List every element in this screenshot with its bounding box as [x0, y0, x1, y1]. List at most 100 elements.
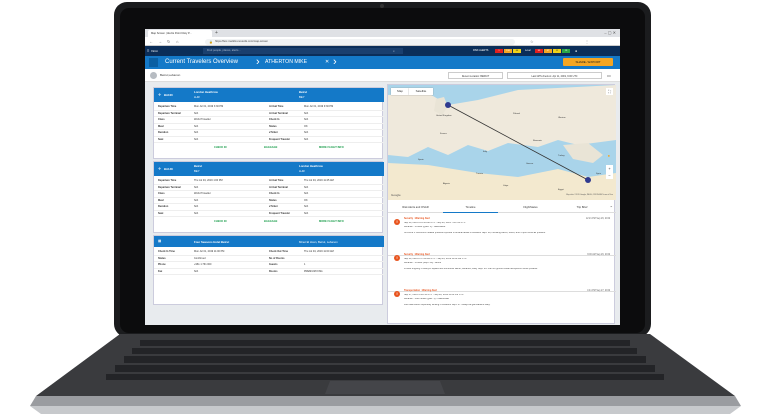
- map-panel: Map Satellite ⛶ + − ● United Kingdom Fran…: [387, 84, 616, 325]
- map-label: United Kingdom: [436, 115, 452, 117]
- map-label: Turkey: [558, 155, 565, 157]
- airplane-icon: ✈: [158, 166, 162, 171]
- alert-time: 4:41 PM Sep 27, 2019: [587, 290, 610, 292]
- detail-label: Fax: [158, 269, 163, 273]
- alert-title: Security : Warning Alert: [404, 254, 430, 256]
- risk-count-badge[interactable]: 196: [504, 49, 512, 53]
- hotel-card-header: ▦ Four Seasons Hotel Beirut Minet El Hos…: [154, 236, 384, 247]
- detail-row: Seat N/A Frequent Traveler N/A: [154, 211, 384, 217]
- alert-title: Transportation : Warning Alert: [404, 290, 438, 292]
- detail-row: Fax N/A Rooms PREMIUM KING: [154, 269, 384, 275]
- map-label: Italy: [483, 151, 488, 153]
- map-attribution: Map data ©2019 Google, INEGI, ORION-ME T…: [566, 194, 613, 196]
- detail-value: N/A: [304, 211, 309, 215]
- forward-icon[interactable]: →: [158, 39, 162, 45]
- tab-risk-alerts[interactable]: Risk Alerts and OSAR: [388, 202, 443, 213]
- home-icon[interactable]: ⌂: [176, 39, 178, 45]
- destination-city: Beirut: [299, 90, 308, 94]
- level-count-badge[interactable]: 19: [562, 49, 570, 53]
- origin-code: LHR: [194, 95, 200, 99]
- baggage-button[interactable]: BAGGAGE: [264, 144, 277, 151]
- breadcrumb-item-traveler[interactable]: ATHERTON MIKE: [265, 58, 307, 67]
- new-tab-icon[interactable]: +: [215, 29, 218, 37]
- map-label: Greece: [526, 163, 534, 165]
- tab-trip-brief[interactable]: Trip Brief: [558, 202, 606, 213]
- alert-line: Protest ongoing in Martyrs Square and su…: [404, 268, 538, 270]
- check-in-button[interactable]: CHECK IN: [214, 144, 227, 151]
- camera-icon: [380, 4, 384, 8]
- tab-flight-status[interactable]: FlightStatus: [503, 202, 558, 213]
- close-icon[interactable]: ✕: [325, 58, 329, 67]
- lock-icon: 🔒: [209, 39, 213, 44]
- grid-view-button[interactable]: [149, 58, 158, 67]
- panel-tabs: Risk Alerts and OSAR Timeline FlightStat…: [388, 202, 616, 213]
- user-icon[interactable]: ●: [575, 48, 577, 54]
- origin-city: Beirut: [194, 164, 203, 168]
- detail-label: Rooms: [269, 269, 278, 273]
- share-export-button[interactable]: SHARE / EXPORT: [563, 58, 613, 66]
- menu-icon[interactable]: ≡: [147, 48, 149, 54]
- app-header: ≡ Viron Find people, places, alerts... ⌕…: [145, 46, 620, 56]
- tab-timeline[interactable]: Timeline: [443, 202, 498, 213]
- hotel-address: Minet El Hosn, Beirut, Lebanon: [299, 240, 338, 244]
- breadcrumb: Current Travelers Overview › ATHERTON MI…: [145, 56, 620, 69]
- map-label: Algeria: [443, 183, 450, 185]
- hotel-card: ▦ Four Seasons Hotel Beirut Minet El Hos…: [153, 235, 384, 305]
- pegman-icon[interactable]: ●: [608, 153, 610, 158]
- google-logo: Google: [391, 193, 401, 197]
- risk-count-badge[interactable]: 44: [513, 49, 521, 53]
- alert-line: Lebanon - Fuel Strike (Q&A: 1) - Nationw…: [404, 298, 449, 300]
- reload-icon[interactable]: ↻: [167, 39, 170, 45]
- warning-icon: !: [394, 219, 400, 225]
- app-logo[interactable]: Viron: [151, 48, 177, 54]
- alert-line: Lebanon - Protest (Sept. 29) - Beirut: [404, 262, 442, 264]
- level-count-badge[interactable]: 47: [544, 49, 552, 53]
- map-label: Syria: [596, 173, 601, 175]
- alert-title: Security : Warning Alert: [404, 218, 430, 220]
- back-icon[interactable]: ←: [149, 39, 153, 45]
- warning-icon: !: [394, 255, 400, 261]
- search-input[interactable]: Find people, places, alerts...: [203, 47, 403, 54]
- level-label: Level: [525, 49, 531, 52]
- map-label: Spain: [418, 159, 424, 161]
- detail-row: Seat N/A Frequent Traveler N/A: [154, 137, 384, 143]
- detail-value: PREMIUM KING: [304, 269, 323, 273]
- breadcrumb-item-overview[interactable]: Current Travelers Overview: [165, 58, 238, 67]
- alert-item[interactable]: ! Security : Warning Alert 12:21 PM Sep 26…: [388, 216, 616, 256]
- level-count-badge[interactable]: 11: [553, 49, 561, 53]
- bookmark-icon[interactable]: ☆: [530, 39, 534, 45]
- destination-code: BEY: [299, 95, 305, 99]
- detail-value: N/A: [194, 269, 199, 273]
- detail-label: Seat: [158, 137, 164, 141]
- map-label: Egypt: [558, 189, 564, 191]
- alert-item[interactable]: ! Security : Warning Alert 9:00 AM Sep 26,…: [388, 252, 616, 292]
- baggage-button[interactable]: BAGGAGE: [264, 218, 277, 225]
- warning-icon: !: [394, 291, 400, 297]
- more-flight-info-link[interactable]: MORE FLIGHT INFO: [319, 218, 344, 225]
- extensions-icon[interactable]: ⋮: [585, 39, 589, 45]
- address-bar[interactable]: https://box.marklix-nexsolis.com/map-scr…: [205, 38, 515, 45]
- zoom-control[interactable]: + −: [606, 165, 613, 179]
- map[interactable]: Map Satellite ⛶ + − ● United Kingdom Fran…: [388, 85, 616, 200]
- flight-card-actions: CHECK IN BAGGAGE MORE FLIGHT INFO: [154, 144, 384, 151]
- map-label: Libya: [503, 185, 509, 187]
- browser-tab[interactable]: Map Screen | Alertis Point Disty P...: [148, 30, 212, 37]
- level-count-badge[interactable]: 93: [535, 49, 543, 53]
- message-icon[interactable]: ▭: [607, 72, 611, 79]
- alert-item[interactable]: ! Transportation : Warning Alert 4:41 PM S…: [388, 288, 616, 325]
- flight-card-actions: CHECK IN BAGGAGE MORE FLIGHT INFO: [154, 218, 384, 225]
- airplane-icon: ✈: [158, 92, 162, 97]
- search-icon[interactable]: ⌕: [393, 48, 395, 54]
- risk-count-badge[interactable]: 1: [495, 49, 503, 53]
- last-gps-checkin: Last GPS check-in: Apr 11, 2019, 9:00 UT…: [507, 72, 602, 79]
- flight-number: BA148: [164, 167, 173, 171]
- window-controls-icon[interactable]: – ▢ ✕: [604, 29, 616, 37]
- map-type-satellite-button[interactable]: Satellite: [409, 88, 433, 95]
- check-in-button[interactable]: CHECK IN: [214, 218, 227, 225]
- map-type-map-button[interactable]: Map: [391, 88, 409, 95]
- chevron-up-icon[interactable]: ⌃: [610, 205, 613, 210]
- fullscreen-icon[interactable]: ⛶: [606, 88, 613, 95]
- flight-card-header: ✈ BA100 London Heathrow LHR Beirut BEY: [154, 88, 384, 102]
- browser-tab-bar: Map Screen | Alertis Point Disty P... + …: [145, 29, 620, 37]
- more-flight-info-link[interactable]: MORE FLIGHT INFO: [319, 144, 344, 151]
